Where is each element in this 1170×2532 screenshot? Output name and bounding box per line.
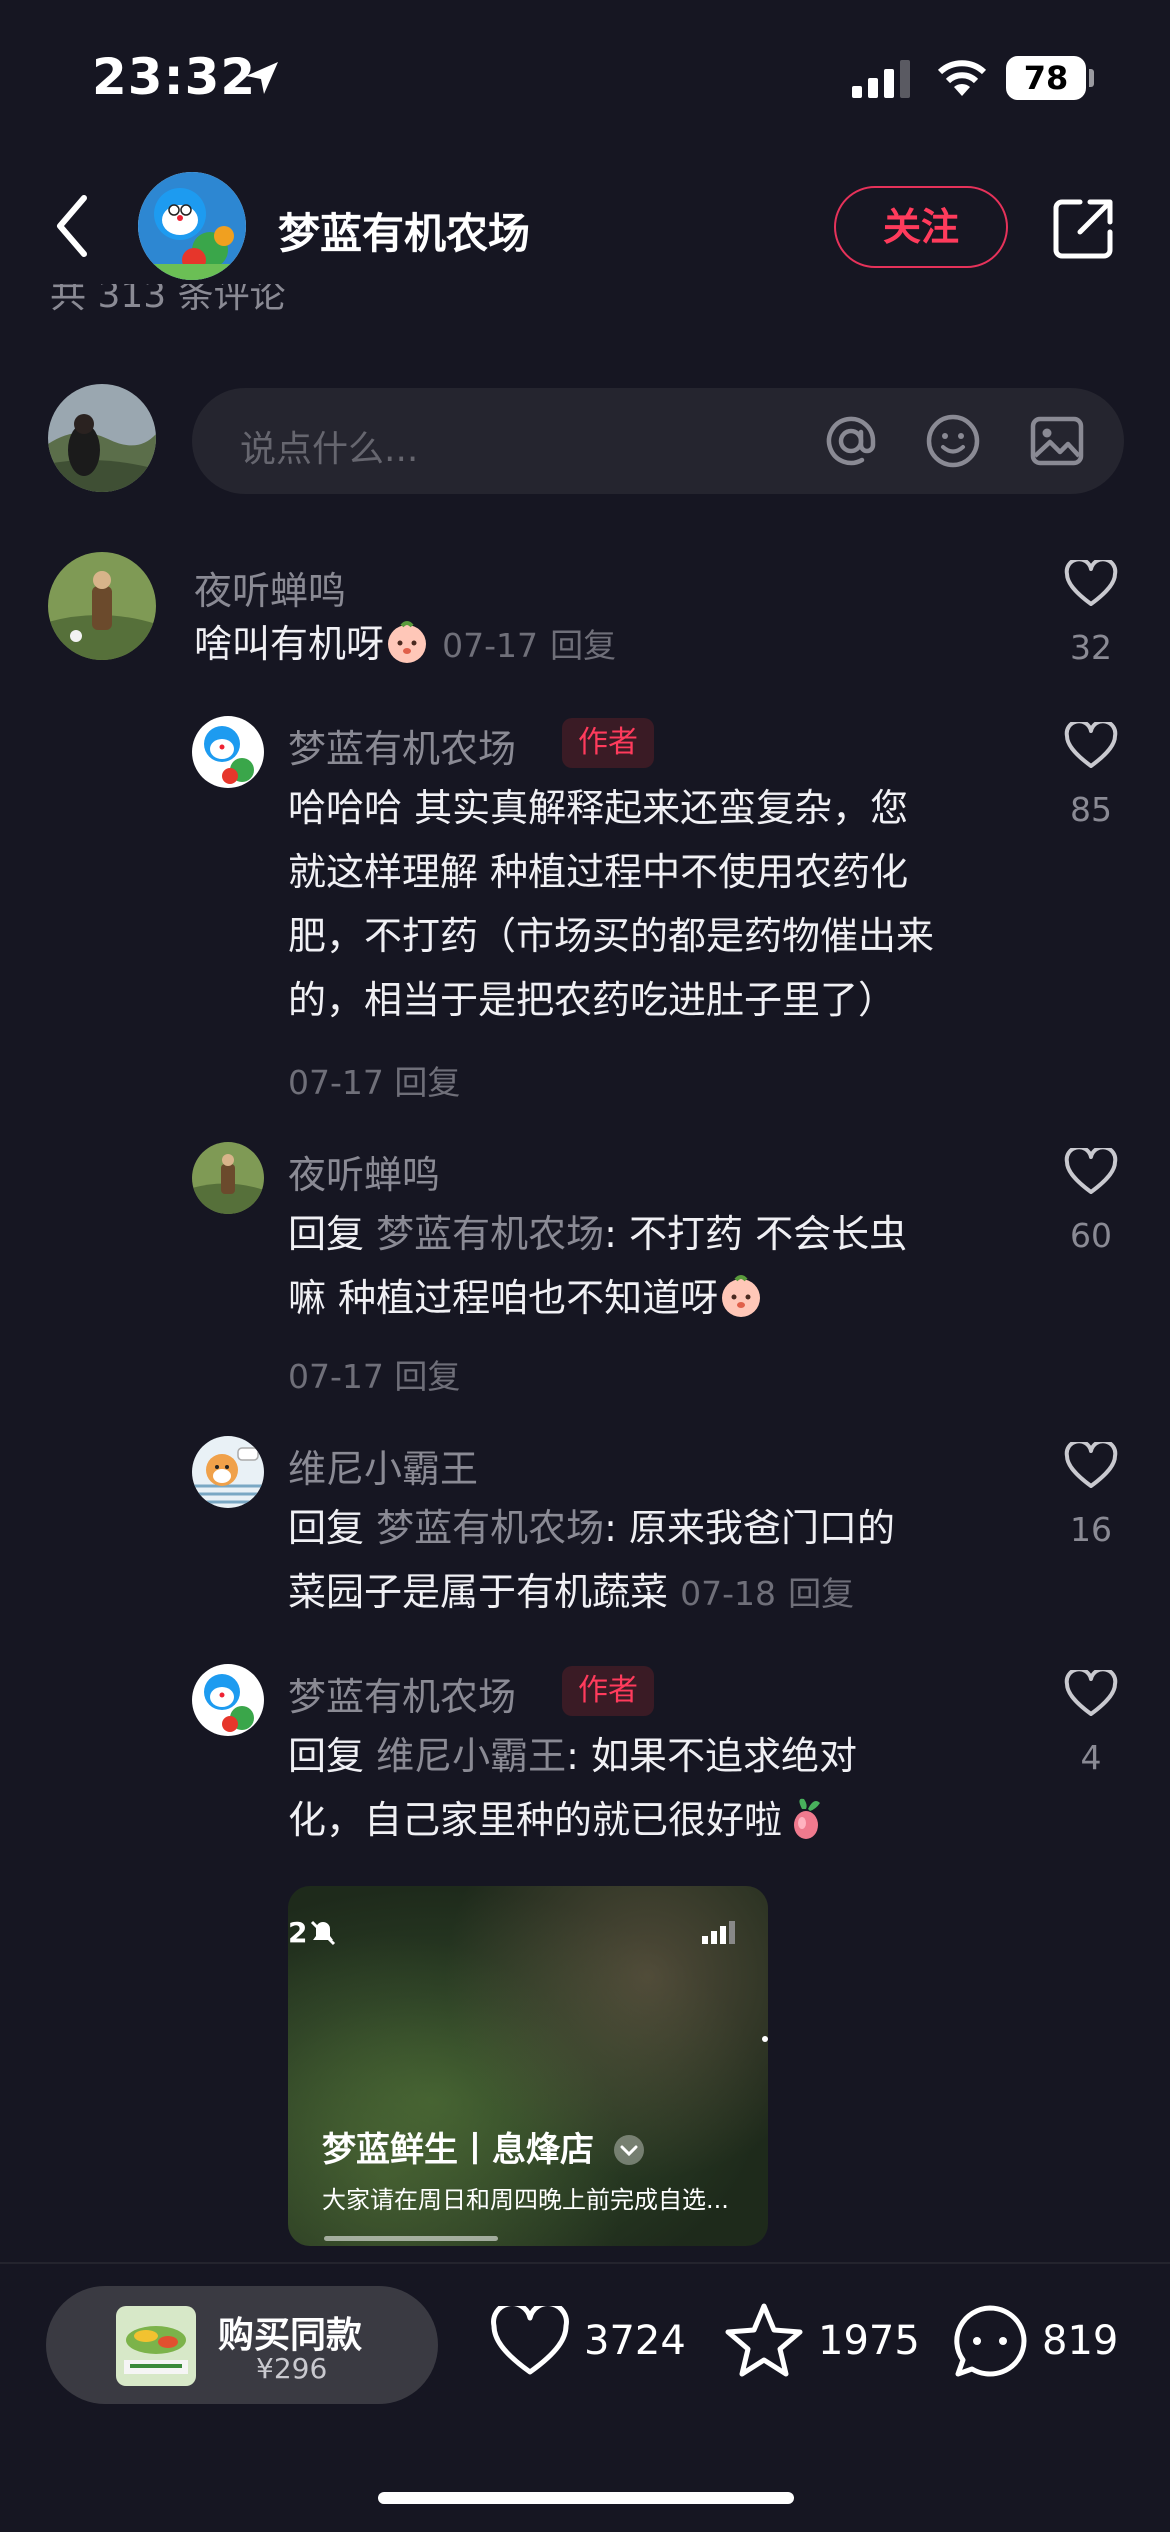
video-description: 大家请在周日和周四晚上前完成自选... (322, 2186, 729, 2214)
reply-text: 回复 梦蓝有机农场: 不打药 不会长虫 嘛 种植过程咱也不知道呀 (288, 1202, 907, 1330)
like-count: 32 (1070, 628, 1112, 667)
mute-icon (310, 1920, 336, 1946)
comment-text: 啥叫有机呀 07-17 回复 (194, 616, 616, 674)
shop-avatar[interactable] (138, 172, 246, 280)
emoji-icon[interactable] (924, 412, 982, 470)
video-shop-name: 梦蓝鲜生丨息烽店 (322, 2122, 646, 2171)
comment-total: 819 (1042, 2318, 1119, 2364)
buy-same-label: 购买同款 (218, 2315, 363, 2356)
heart-icon[interactable] (1064, 1442, 1118, 1490)
battery-tip (1089, 69, 1094, 87)
like-count: 16 (1070, 1510, 1112, 1549)
reply-author[interactable]: 梦蓝有机农场 (288, 718, 516, 773)
video-dot (762, 2036, 768, 2042)
comment-date: 07-17 (442, 626, 538, 665)
reply-target[interactable]: 维尼小霸王 (376, 1734, 566, 1778)
reply-line: 嘛 种植过程咱也不知道呀 (288, 1276, 719, 1320)
reply-line: 就这样理解 种植过程中不使用农药化 (288, 850, 909, 894)
like-count: 85 (1070, 790, 1112, 829)
reply-meta: 07-17 回复 (288, 1350, 460, 1398)
like-total: 3724 (584, 2318, 686, 2364)
comment-body: 啥叫有机呀 (194, 622, 385, 666)
avatar[interactable] (192, 1142, 264, 1214)
avatar[interactable] (192, 1436, 264, 1508)
reply-date: 07-17 (288, 1063, 384, 1102)
product-thumbnail (116, 2306, 196, 2386)
reply-text: 哈哈哈 其实真解释起来还蛮复杂，您 就这样理解 种植过程中不使用农药化 肥，不打… (288, 776, 934, 1032)
wifi-icon (937, 60, 987, 96)
like-count: 4 (1080, 1738, 1102, 1777)
reply-link[interactable]: 回复 (394, 1357, 460, 1396)
location-arrow-icon (246, 62, 278, 94)
buy-same-button[interactable]: 购买同款 ¥296 (46, 2286, 438, 2404)
like-count: 60 (1070, 1216, 1112, 1255)
signal-icon (852, 60, 910, 98)
baby-emoji-icon (388, 621, 427, 663)
video-progress (324, 2236, 498, 2241)
comment-count-partial: 共 313 条评论 (50, 284, 286, 316)
video-status-time: 2 (288, 1916, 308, 1949)
reply-target[interactable]: 梦蓝有机农场 (376, 1506, 604, 1550)
radish-emoji-icon (794, 1798, 821, 1839)
share-icon[interactable] (1050, 196, 1116, 262)
reply-text: 回复 梦蓝有机农场: 原来我爸门口的 菜园子是属于有机蔬菜 07-18 回复 (288, 1496, 895, 1626)
reply-target[interactable]: 梦蓝有机农场 (376, 1212, 604, 1256)
reply-author[interactable]: 维尼小霸王 (288, 1438, 478, 1493)
comment-author[interactable]: 夜听蝉鸣 (194, 560, 346, 615)
reply-prefix: 回复 (288, 1212, 365, 1256)
divider (0, 2262, 1170, 2264)
favorite-total: 1975 (818, 2318, 920, 2364)
comment-icon[interactable] (950, 2302, 1030, 2380)
signal-icon (702, 1921, 735, 1944)
star-icon[interactable] (724, 2300, 804, 2380)
reply-link[interactable]: 回复 (550, 626, 616, 665)
reply-line: 菜园子是属于有机蔬菜 (288, 1570, 669, 1614)
image-icon[interactable] (1028, 412, 1086, 470)
chevron-down-icon (613, 2135, 644, 2165)
avatar[interactable] (192, 1664, 264, 1736)
reply-date: 07-17 (288, 1357, 384, 1396)
heart-icon[interactable] (1064, 722, 1118, 770)
heart-icon[interactable] (1064, 560, 1118, 608)
reply-line: 肥，不打药（市场买的都是药物催出来 (288, 914, 935, 958)
product-price: ¥296 (256, 2352, 328, 2385)
reply-meta: 07-17 回复 (288, 1056, 460, 1104)
back-icon[interactable] (50, 192, 94, 260)
author-badge: 作者 (562, 1666, 654, 1716)
reply-line: : 如果不追求绝对 (566, 1734, 858, 1778)
heart-icon[interactable] (1064, 1148, 1118, 1196)
heart-icon[interactable] (1064, 1670, 1118, 1718)
author-badge: 作者 (562, 718, 654, 768)
baby-emoji-icon (722, 1275, 761, 1317)
reply-prefix: 回复 (288, 1506, 365, 1550)
follow-button[interactable]: 关注 (834, 186, 1008, 268)
reply-date: 07-18 (680, 1574, 776, 1613)
home-indicator[interactable] (378, 2492, 794, 2504)
reply-author[interactable]: 梦蓝有机农场 (288, 1666, 516, 1721)
reply-link[interactable]: 回复 (788, 1574, 854, 1613)
reply-text: 回复 维尼小霸王: 如果不追求绝对 化，自己家里种的就已很好啦 (288, 1724, 857, 1852)
video-card[interactable]: 2 梦蓝鲜生丨息烽店 大家请在周日和周四晚上前完成自选... (288, 1886, 768, 2246)
heart-icon[interactable] (490, 2306, 570, 2378)
reply-line: : 不打药 不会长虫 (604, 1212, 908, 1256)
reply-link[interactable]: 回复 (394, 1063, 460, 1102)
reply-line: 哈哈哈 其实真解释起来还蛮复杂，您 (288, 786, 909, 830)
reply-line: : 原来我爸门口的 (604, 1506, 896, 1550)
avatar[interactable] (48, 552, 156, 660)
comment-input-placeholder: 说点什么... (240, 429, 419, 470)
reply-author[interactable]: 夜听蝉鸣 (288, 1144, 440, 1199)
my-avatar (48, 384, 156, 492)
status-time: 23:32 (92, 48, 257, 106)
avatar[interactable] (192, 716, 264, 788)
reply-line: 化，自己家里种的就已很好啦 (288, 1798, 783, 1842)
page-title: 梦蓝有机农场 (278, 209, 531, 258)
video-shop-title: 梦蓝鲜生丨息烽店 (322, 2130, 594, 2170)
reply-line: 的，相当于是把农药吃进肚子里了） (288, 978, 897, 1022)
battery-icon: 78 (1006, 56, 1086, 100)
at-icon[interactable] (822, 412, 880, 470)
reply-prefix: 回复 (288, 1734, 365, 1778)
